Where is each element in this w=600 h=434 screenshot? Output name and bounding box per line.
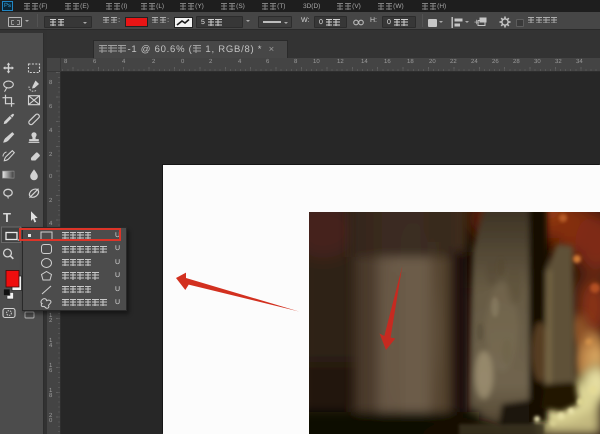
svg-text:T: T bbox=[3, 210, 11, 225]
